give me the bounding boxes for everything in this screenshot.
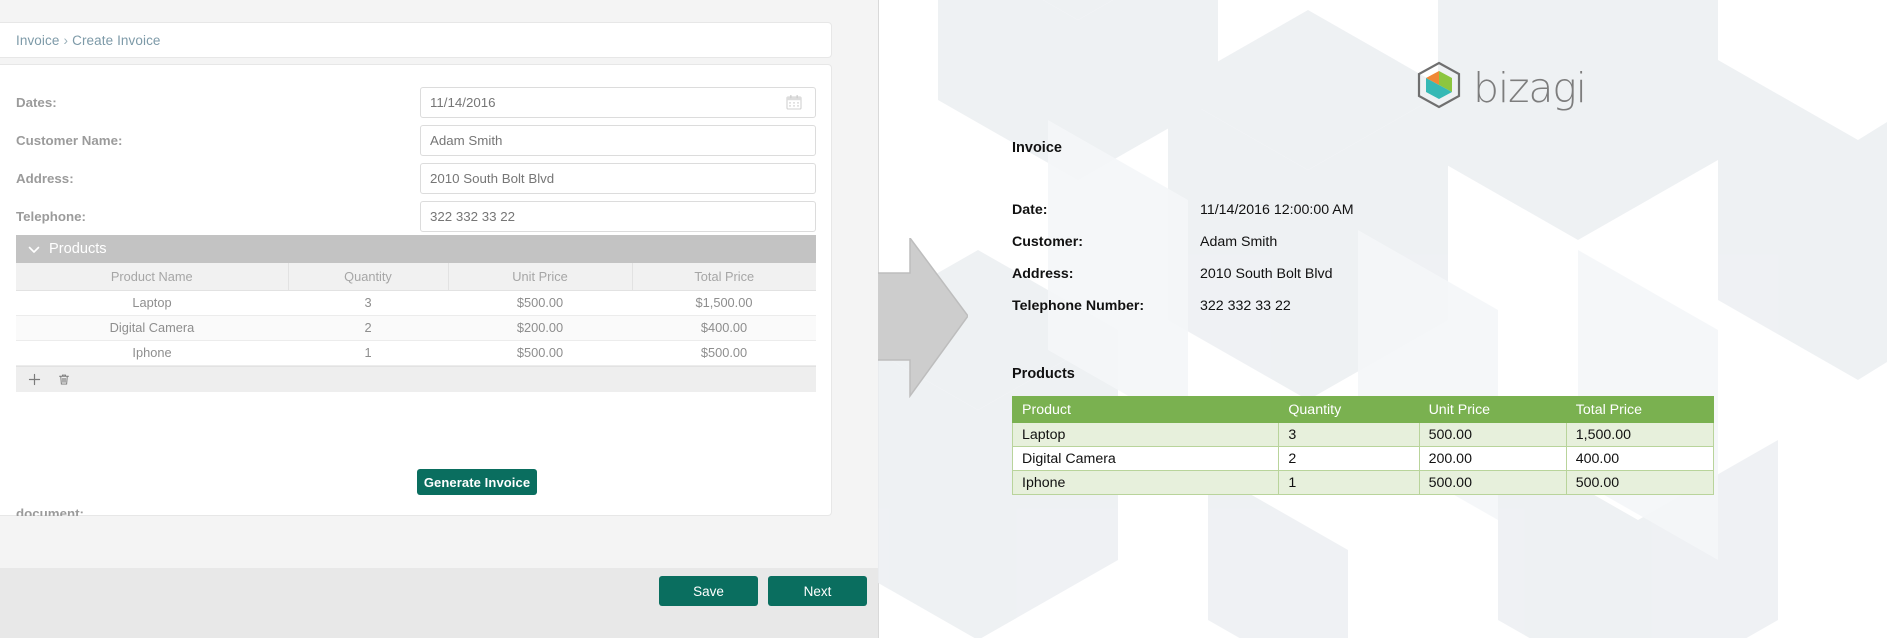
detail-key-date: Date: [1012,202,1048,218]
label-customer-name: Customer Name: [16,132,123,148]
field-row-address: Address: [0,159,831,197]
products-panel-title: Products [49,241,107,257]
detail-value-telephone: 322 332 33 22 [1200,298,1291,314]
preview-products-title: Products [1012,366,1075,382]
cell-quantity[interactable]: 1 [288,340,448,366]
address-input[interactable] [420,162,816,194]
preview-title: Invoice [1012,140,1062,156]
detail-row-address: Address: 2010 South Bolt Blvd [1012,266,1354,298]
table-row: Iphone 1 500.00 500.00 [1011,470,1715,495]
calendar-icon[interactable] [786,94,802,110]
detail-value-customer: Adam Smith [1200,234,1278,250]
preview-cell-total: 400.00 [1565,446,1715,471]
preview-cell-total: 1,500.00 [1565,422,1715,447]
products-grid-header-row: Product Name Quantity Unit Price Total P… [16,263,816,291]
col-unit-price[interactable]: Unit Price [448,263,633,291]
detail-row-date: Date: 11/14/2016 12:00:00 AM [1012,202,1354,234]
form-gutter [832,0,878,568]
preview-cell-total: 500.00 [1565,470,1715,495]
products-panel-header[interactable]: Products [16,235,816,263]
products-panel: Products Product Name Quantity Unit Pric… [16,235,816,392]
cell-total-price[interactable]: $1,500.00 [632,290,816,316]
preview-cell-qty: 1 [1278,470,1420,495]
telephone-input[interactable] [420,200,816,232]
dates-input[interactable] [420,86,816,118]
customer-name-input[interactable] [420,124,816,156]
col-total-price[interactable]: Total Price [632,263,816,291]
preview-cell-product: Digital Camera [1011,446,1280,471]
cell-product-name[interactable]: Digital Camera [16,315,288,341]
bizagi-cube-logo [1414,60,1464,115]
next-button[interactable]: Next [768,576,867,606]
detail-value-date: 11/14/2016 12:00:00 AM [1200,202,1354,218]
field-row-telephone: Telephone: [0,197,831,235]
form-scroll-area: Invoice › Create Invoice Dates: 11/14/20… [0,0,878,638]
field-row-customer-name: Customer Name: [0,121,831,159]
bizagi-logo: bizagi [1414,60,1587,115]
breadcrumb-separator: › [63,32,69,48]
cell-unit-price[interactable]: $200.00 [448,315,632,341]
products-grid-toolbar [16,365,816,392]
generate-invoice-button[interactable]: Generate Invoice [417,469,537,495]
detail-key-telephone: Telephone Number: [1012,298,1145,314]
table-row[interactable]: Iphone 1 $500.00 $500.00 [16,340,816,366]
preview-col-quantity: Quantity [1278,396,1420,423]
preview-cell-product: Laptop [1011,422,1280,447]
cell-quantity[interactable]: 3 [288,290,448,316]
plus-icon[interactable] [27,372,41,386]
cell-product-name[interactable]: Iphone [16,340,288,366]
preview-cell-unit: 500.00 [1418,422,1567,447]
screen-root: Invoice › Create Invoice Dates: 11/14/20… [0,0,1887,638]
preview-details: Date: 11/14/2016 12:00:00 AM Customer: A… [1012,202,1354,330]
col-quantity[interactable]: Quantity [288,263,449,291]
bizagi-wordmark: bizagi [1473,63,1587,112]
detail-key-address: Address: [1012,266,1074,282]
breadcrumb-card: Invoice › Create Invoice [0,22,832,58]
label-address: Address: [16,170,74,186]
save-button[interactable]: Save [659,576,758,606]
preview-col-unit-price: Unit Price [1418,396,1567,423]
trash-icon[interactable] [57,372,71,386]
right-arrow-shape [878,235,969,399]
table-row[interactable]: Digital Camera 2 $200.00 $400.00 [16,315,816,341]
detail-value-address: 2010 South Bolt Blvd [1200,266,1333,282]
form-footer-band [0,516,878,568]
table-row[interactable]: Laptop 3 $500.00 $1,500.00 [16,290,816,316]
cell-unit-price[interactable]: $500.00 [448,290,632,316]
preview-cell-qty: 2 [1278,446,1420,471]
field-row-dates: Dates: [0,83,831,121]
table-row: Laptop 3 500.00 1,500.00 [1011,422,1715,447]
products-grid: Product Name Quantity Unit Price Total P… [16,263,816,366]
breadcrumb: Invoice › Create Invoice [0,33,161,48]
breadcrumb-root[interactable]: Invoice [16,33,59,48]
detail-row-telephone: Telephone Number: 322 332 33 22 [1012,298,1354,330]
preview-cell-product: Iphone [1011,470,1280,495]
cell-total-price[interactable]: $500.00 [632,340,816,366]
invoice-form-panel: Invoice › Create Invoice Dates: 11/14/20… [0,0,878,638]
preview-products-table: Product Quantity Unit Price Total Price … [1011,396,1715,495]
table-row: Digital Camera 2 200.00 400.00 [1011,446,1715,471]
cell-product-name[interactable]: Laptop [16,290,288,316]
preview-cell-qty: 3 [1278,422,1420,447]
cell-quantity[interactable]: 2 [288,315,448,341]
preview-col-total-price: Total Price [1565,396,1715,423]
label-telephone: Telephone: [16,208,86,224]
cell-total-price[interactable]: $400.00 [632,315,816,341]
preview-cell-unit: 200.00 [1418,446,1567,471]
preview-cell-unit: 500.00 [1418,470,1567,495]
chevron-down-icon[interactable] [26,242,42,258]
col-product-name[interactable]: Product Name [16,263,289,291]
detail-key-customer: Customer: [1012,234,1083,250]
invoice-preview-panel: bizagi Invoice Date: 11/14/2016 12:00:00… [878,0,1887,638]
label-dates: Dates: [16,94,57,110]
form-card: Dates: 11/14/2016 Customer Name: Adam Sm… [0,64,832,536]
detail-row-customer: Customer: Adam Smith [1012,234,1354,266]
breadcrumb-current: Create Invoice [72,32,161,48]
cell-unit-price[interactable]: $500.00 [448,340,632,366]
preview-col-product: Product [1011,396,1280,423]
preview-table-header-row: Product Quantity Unit Price Total Price [1011,396,1715,423]
